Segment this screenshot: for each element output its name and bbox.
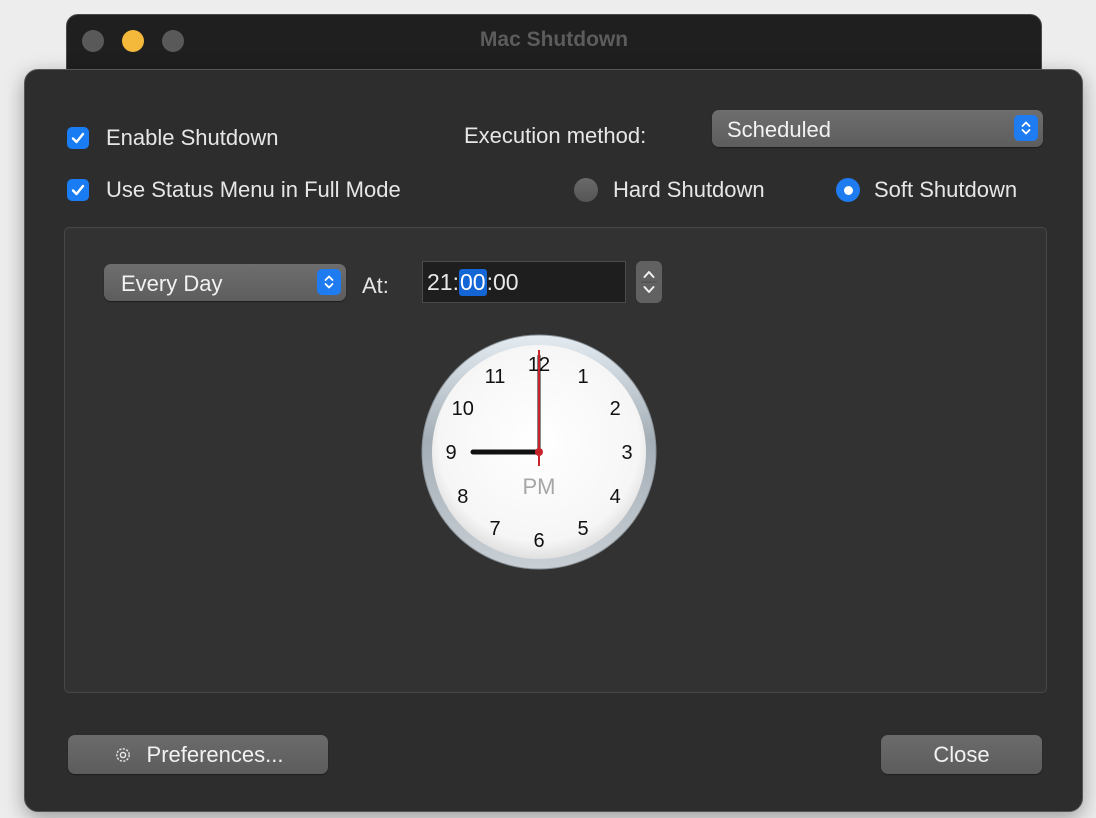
checkmark-icon: [71, 132, 85, 144]
time-hours[interactable]: 21: [427, 269, 453, 296]
execution-method-select[interactable]: Scheduled: [712, 110, 1043, 147]
screen: Mac Shutdown Enable Shutdown Execution m…: [0, 0, 1096, 818]
clock-numeral: 6: [533, 530, 544, 552]
clock-numeral: 8: [457, 486, 468, 508]
gear-icon: [115, 747, 130, 762]
enable-shutdown-checkbox[interactable]: [67, 127, 89, 149]
execution-method-label: Execution method:: [464, 123, 647, 148]
clock-numeral: 11: [485, 366, 506, 388]
preferences-button[interactable]: Preferences...: [68, 735, 328, 774]
clock-center-pin: [535, 448, 543, 456]
hard-shutdown-radio[interactable]: [574, 178, 598, 202]
execution-method-value: Scheduled: [727, 117, 831, 142]
frequency-value: Every Day: [121, 271, 223, 296]
clock-period: PM: [523, 474, 556, 499]
clock-numeral: 1: [577, 366, 588, 388]
status-menu-label: Use Status Menu in Full Mode: [106, 177, 401, 202]
stepper-arrows-icon: [641, 271, 657, 293]
time-minutes[interactable]: 00: [458, 268, 487, 296]
shutdown-sheet: Enable Shutdown Execution method: Schedu…: [24, 69, 1083, 812]
clock-numeral: 10: [452, 398, 474, 420]
close-label: Close: [933, 741, 990, 767]
analog-clock: 121234567891011 PM: [421, 334, 657, 570]
clock-numeral: 7: [489, 518, 500, 540]
time-stepper[interactable]: [636, 261, 662, 303]
clock-numeral: 9: [445, 442, 456, 464]
close-button[interactable]: Close: [881, 735, 1042, 774]
status-menu-checkbox[interactable]: [67, 179, 89, 201]
at-label: At:: [362, 273, 389, 298]
enable-shutdown-label: Enable Shutdown: [106, 125, 279, 150]
soft-shutdown-radio[interactable]: [836, 178, 860, 202]
clock-numeral: 3: [621, 442, 632, 464]
popup-chevrons-icon: [1014, 115, 1038, 141]
soft-shutdown-label: Soft Shutdown: [874, 177, 1018, 202]
popup-chevrons-icon: [317, 269, 341, 295]
clock-numeral: 2: [610, 398, 621, 420]
time-field[interactable]: 21:00:00: [422, 261, 626, 303]
radio-dot: [843, 185, 853, 195]
clock-numeral: 5: [577, 518, 588, 540]
clock-numeral: 4: [610, 486, 621, 508]
window-title: Mac Shutdown: [479, 28, 629, 51]
checkmark-icon: [71, 184, 85, 196]
time-seconds[interactable]: 00: [493, 269, 519, 296]
frequency-select[interactable]: Every Day: [104, 264, 346, 301]
preferences-label: Preferences...: [146, 741, 284, 767]
hard-shutdown-label: Hard Shutdown: [613, 177, 765, 202]
